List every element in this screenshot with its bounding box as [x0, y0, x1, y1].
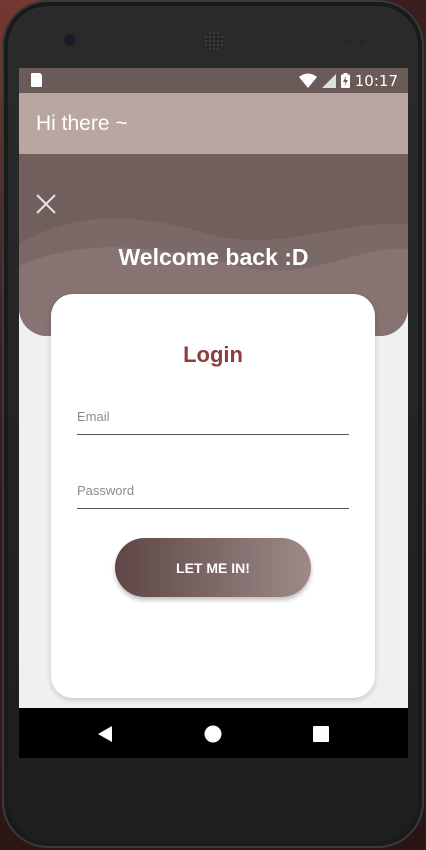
earpiece-speaker — [204, 31, 224, 51]
phone-frame: 10:17 Hi there ~ Welcome back :D Login E… — [2, 0, 424, 848]
email-field — [77, 401, 349, 435]
back-icon[interactable] — [95, 724, 115, 744]
wifi-icon — [298, 73, 317, 88]
password-field — [77, 475, 349, 509]
welcome-heading: Welcome back :D — [118, 244, 309, 270]
email-underline — [77, 434, 349, 435]
status-bar: 10:17 — [19, 68, 408, 93]
navigation-bar — [19, 708, 408, 758]
sd-card-icon — [31, 73, 42, 87]
proximity-sensor — [345, 38, 351, 44]
password-underline — [77, 508, 349, 509]
status-time: 10:17 — [354, 71, 398, 90]
login-card: Login LET ME IN! — [51, 294, 375, 698]
close-button[interactable] — [34, 192, 58, 216]
front-camera — [65, 35, 75, 45]
recents-icon[interactable] — [311, 724, 331, 744]
close-icon — [36, 194, 56, 214]
home-icon[interactable] — [203, 724, 223, 744]
app-bar: Hi there ~ — [19, 93, 408, 154]
login-button[interactable]: LET ME IN! — [115, 538, 311, 597]
signal-icon — [321, 73, 336, 88]
device-screen: 10:17 Hi there ~ Welcome back :D Login E… — [19, 68, 408, 758]
light-sensor — [359, 38, 365, 44]
email-input[interactable] — [77, 401, 349, 431]
login-title: Login — [183, 342, 243, 367]
app-bar-title: Hi there ~ — [36, 112, 128, 135]
battery-charging-icon — [340, 73, 350, 88]
password-input[interactable] — [77, 475, 349, 505]
